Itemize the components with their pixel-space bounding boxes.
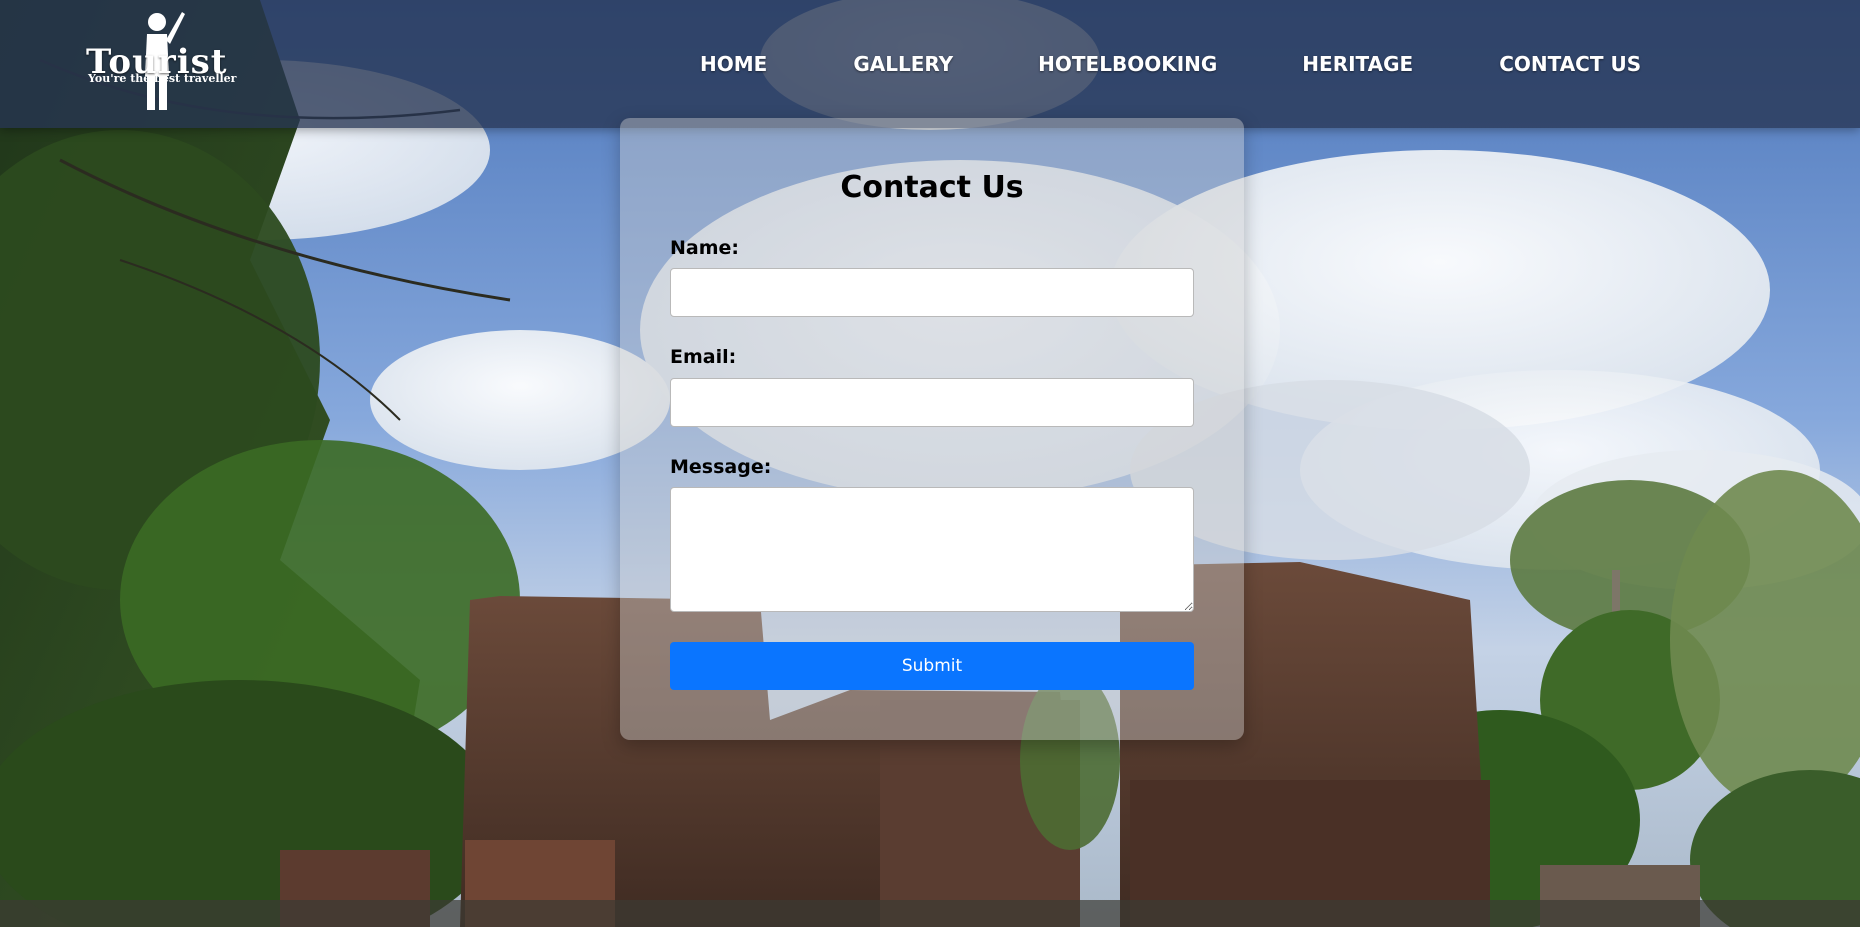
message-label: Message: [670, 456, 772, 478]
email-label: Email: [670, 346, 737, 368]
nav-item-contact-us[interactable]: CONTACT US [1499, 52, 1641, 76]
main-nav: HOME GALLERY HOTELBOOKING HERITAGE CONTA… [700, 52, 1641, 76]
contact-form-title: Contact Us [840, 170, 1024, 205]
nav-item-heritage[interactable]: HERITAGE [1302, 52, 1413, 76]
name-label: Name: [670, 237, 740, 259]
logo-tagline: You're the best traveller [88, 72, 237, 85]
top-navbar: Tourist You're the best traveller HOME G… [0, 0, 1860, 128]
contact-form-card: Contact Us Name: Email: Message: Submit [620, 118, 1244, 740]
nav-item-gallery[interactable]: GALLERY [853, 52, 953, 76]
name-input[interactable] [670, 268, 1194, 317]
email-input[interactable] [670, 378, 1194, 427]
nav-item-home[interactable]: HOME [700, 52, 767, 76]
message-textarea[interactable] [670, 487, 1194, 612]
page: Tourist You're the best traveller HOME G… [0, 0, 1860, 927]
submit-button[interactable]: Submit [670, 642, 1194, 690]
nav-item-hotelbooking[interactable]: HOTELBOOKING [1038, 52, 1217, 76]
site-logo[interactable]: Tourist You're the best traveller [86, 10, 236, 114]
